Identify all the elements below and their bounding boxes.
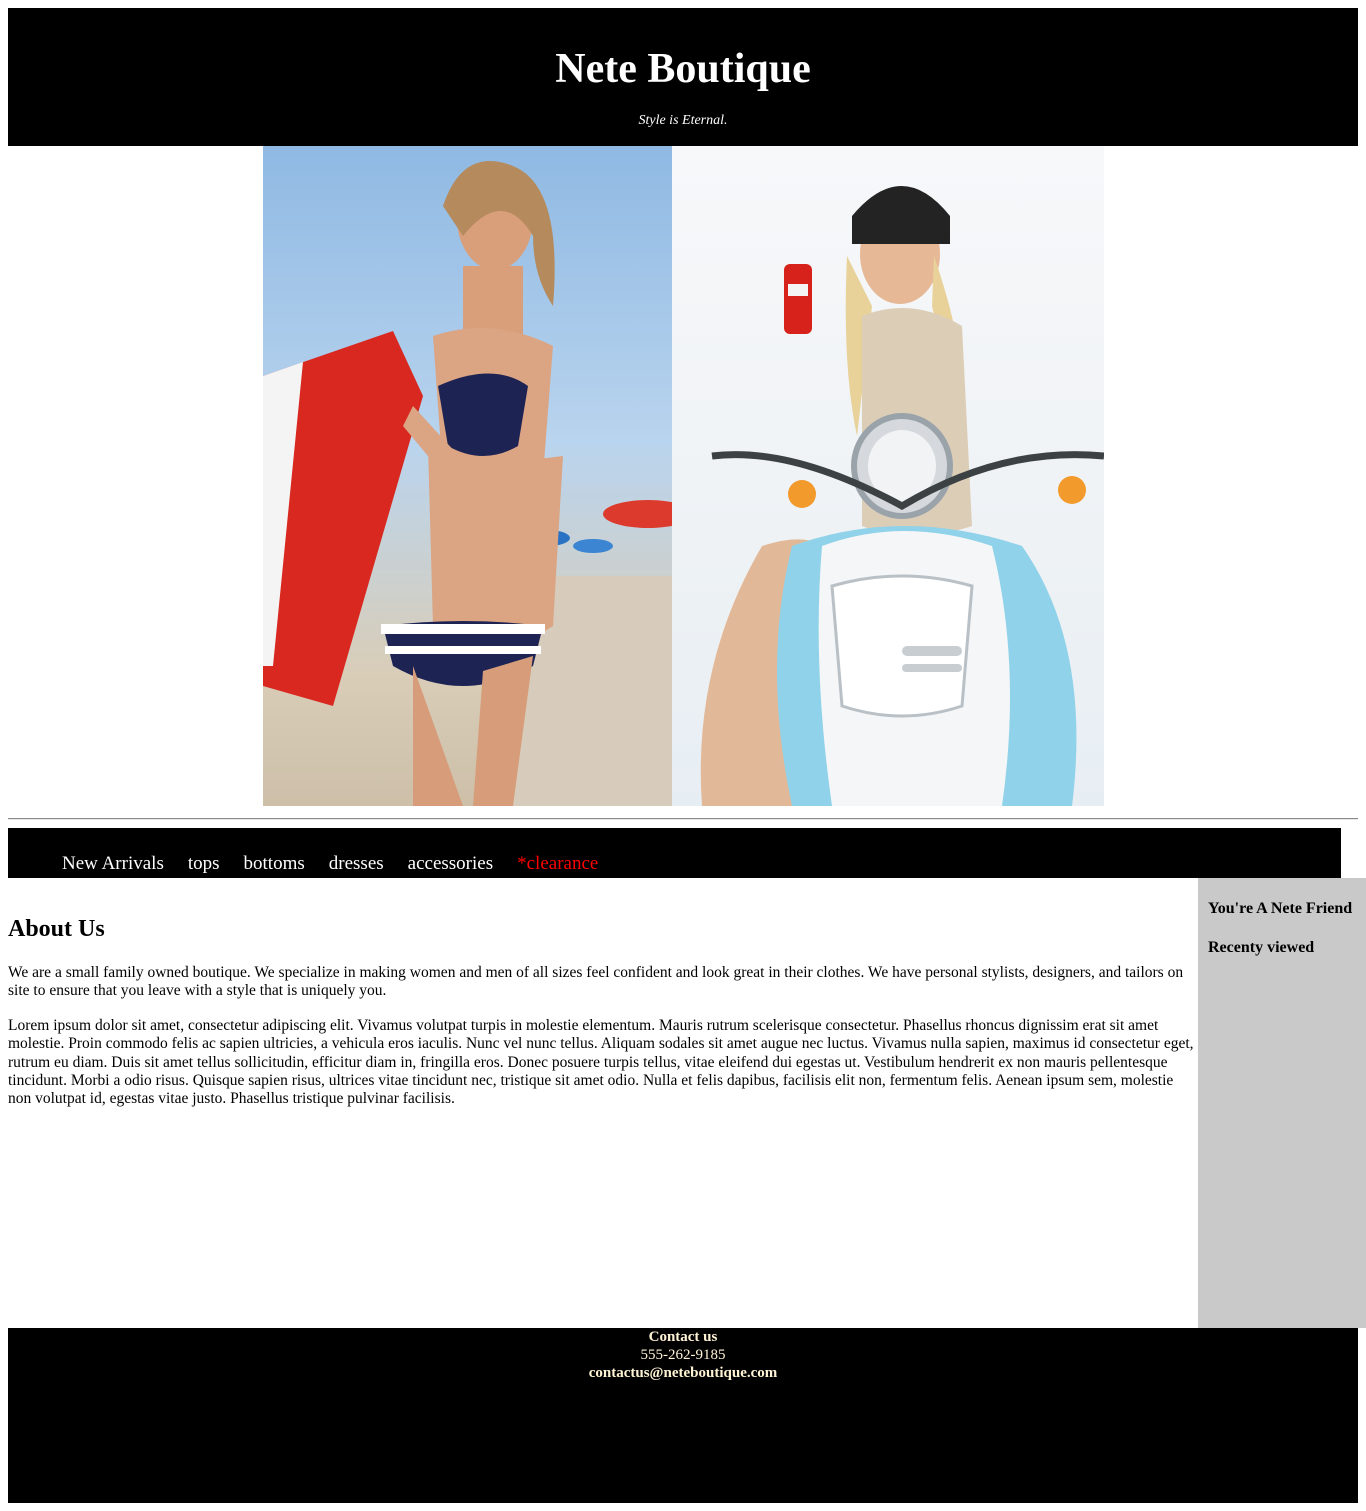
nav-item-clearance[interactable]: *clearance [517,853,598,875]
nav-item-new-arrivals[interactable]: New Arrivals [62,853,164,875]
hero-images [263,146,1104,806]
site-header: Nete Boutique Style is Eternal. [8,8,1358,146]
footer-contact-label: Contact us [648,1329,718,1345]
sidebar-friend-heading: You're A Nete Friend [1208,900,1353,917]
about-paragraph: We are a small family owned boutique. We… [8,964,1184,1000]
scooter-model-photo [672,146,1104,806]
footer-phone: 555-262-9185 [640,1347,726,1363]
beach-photo-art [263,161,672,806]
beach-model-photo [263,146,672,806]
main-nav: New Arrivals tops bottoms dresses access… [8,828,1341,878]
footer-email[interactable]: contactus@neteboutique.com [8,1364,1358,1382]
nav-list: New Arrivals tops bottoms dresses access… [62,853,622,875]
nav-item-dresses[interactable]: dresses [329,853,384,875]
main-content: About Us We are a small family owned bou… [8,878,1198,1328]
nav-item-tops[interactable]: tops [188,853,220,875]
sidebar-recently-viewed-heading: Recenty viewed [1208,939,1315,956]
nav-item-accessories[interactable]: accessories [408,853,493,875]
site-title: Nete Boutique [555,46,811,92]
nav-item-bottoms[interactable]: bottoms [244,853,305,875]
site-tagline: Style is Eternal. [638,113,728,128]
horizontal-divider [8,818,1358,820]
about-heading: About Us [8,916,105,942]
sidebar: You're A Nete Friend Recenty viewed [1198,878,1366,1328]
lorem-paragraph: Lorem ipsum dolor sit amet, consectetur … [8,1017,1194,1108]
site-footer: Contact us 555-262-9185 contactus@netebo… [8,1328,1358,1503]
scooter-photo-art [700,186,1104,806]
